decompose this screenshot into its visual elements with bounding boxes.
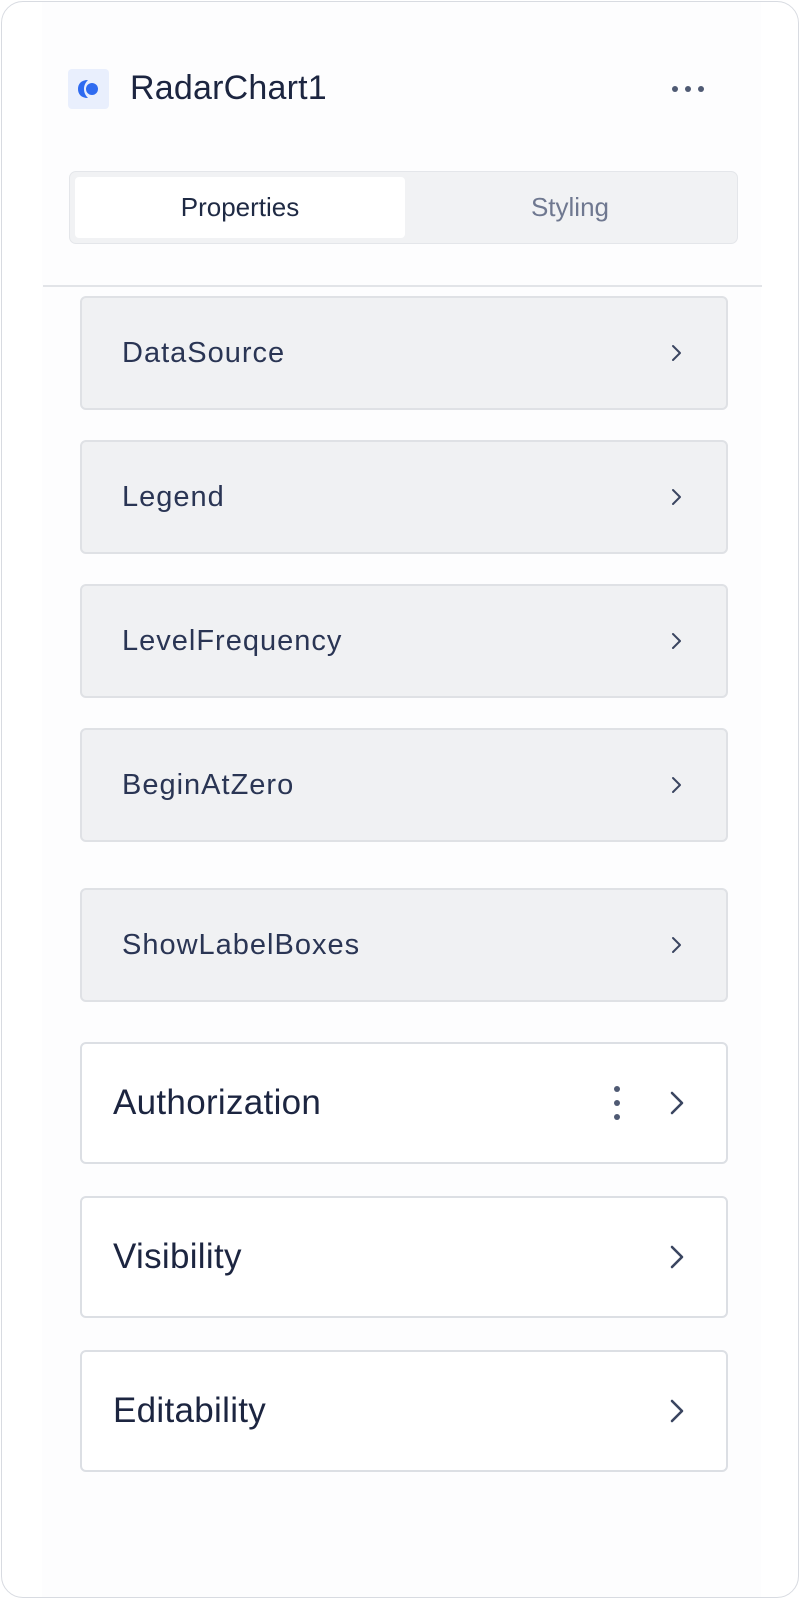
chevron-right-icon <box>672 633 681 649</box>
chevron-right-icon <box>672 937 681 953</box>
tab-bar: Properties Styling <box>69 171 738 244</box>
component-title: RadarChart1 <box>130 69 327 107</box>
section-label: Editability <box>113 1391 267 1430</box>
section-editability[interactable]: Editability <box>80 1350 728 1472</box>
panel-header: RadarChart1 <box>68 68 708 109</box>
property-group-label: BeginAtZero <box>122 768 295 801</box>
more-options-button[interactable] <box>668 72 708 104</box>
more-horizontal-icon <box>672 86 678 92</box>
property-group-levelfrequency[interactable]: LevelFrequency <box>80 584 728 698</box>
property-group-datasource[interactable]: DataSource <box>80 296 728 410</box>
chevron-right-icon <box>672 489 681 505</box>
section-label: Authorization <box>113 1083 322 1122</box>
radar-chart-icon <box>68 69 109 109</box>
property-group-label: ShowLabelBoxes <box>122 928 361 961</box>
chevron-right-icon <box>672 345 681 361</box>
chevron-right-icon <box>670 1091 684 1115</box>
property-group-label: LevelFrequency <box>122 624 343 657</box>
property-group-label: DataSource <box>122 336 286 369</box>
property-group-legend[interactable]: Legend <box>80 440 728 554</box>
chevron-right-icon <box>670 1245 684 1269</box>
more-vertical-icon[interactable] <box>612 1086 622 1120</box>
chevron-right-icon <box>672 777 681 793</box>
tab-properties[interactable]: Properties <box>75 177 405 238</box>
property-group-label: Legend <box>122 480 225 513</box>
chevron-right-icon <box>670 1399 684 1423</box>
property-group-showlabelboxes[interactable]: ShowLabelBoxes <box>80 888 728 1002</box>
properties-panel: RadarChart1 Properties Styling DataSourc… <box>1 1 799 1598</box>
section-label: Visibility <box>113 1237 242 1276</box>
tab-styling[interactable]: Styling <box>405 177 735 238</box>
section-visibility[interactable]: Visibility <box>80 1196 728 1318</box>
divider <box>43 285 762 287</box>
property-group-beginatzero[interactable]: BeginAtZero <box>80 728 728 842</box>
section-authorization[interactable]: Authorization <box>80 1042 728 1164</box>
